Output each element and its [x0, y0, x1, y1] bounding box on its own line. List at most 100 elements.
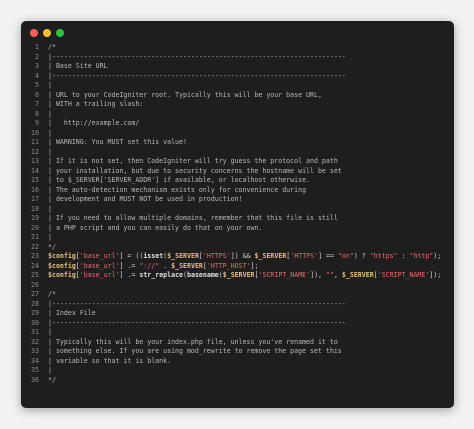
code-text: $config['base_url'] .= str_replace(basen… [48, 271, 441, 281]
line-number: 35 [31, 366, 39, 374]
code-line: 3 | Base Site URL [21, 62, 454, 72]
line-number: 9 [35, 119, 39, 127]
code-token: ]), [310, 271, 326, 279]
code-token: $_SERVER [254, 252, 287, 260]
code-line: 36 */ [21, 376, 454, 386]
code-line: 16 | The auto-detection mechanism exists … [21, 186, 454, 196]
line-number: 18 [31, 204, 39, 213]
code-token: | [48, 366, 52, 374]
line-number: 23 [31, 252, 39, 260]
window-titlebar [21, 21, 454, 45]
code-token: str_replace [139, 271, 184, 279]
code-token: |---------------------------------------… [48, 52, 346, 61]
code-line: 2 |--------------------------------------… [21, 53, 454, 63]
close-dot-icon[interactable] [30, 29, 38, 37]
code-token: $_SERVER [341, 271, 374, 279]
code-token: | to $_SERVER['SERVER_ADDR'] if availabl… [48, 176, 311, 184]
code-text: | something else. If you are using mod_r… [48, 347, 342, 357]
code-token: |---------------------------------------… [48, 71, 346, 80]
code-line: 26 [21, 281, 454, 291]
code-token: : [397, 252, 410, 260]
line-number: 17 [31, 195, 39, 203]
code-token: | URL to your CodeIgniter root. Typicall… [48, 90, 322, 99]
line-number: 31 [31, 328, 39, 336]
code-text: | a PHP script and you can easily do tha… [48, 224, 262, 234]
code-token: | [48, 128, 52, 137]
code-token: | Typically this will be your index.php … [48, 337, 338, 346]
code-token: ]; [250, 261, 259, 270]
line-number: 22 [31, 242, 39, 251]
code-token: | something else. If you are using mod_r… [48, 347, 342, 355]
code-token: | your installation, but due to security… [48, 166, 342, 175]
minimize-dot-icon[interactable] [43, 29, 51, 37]
code-token: ] .= [119, 261, 140, 270]
code-text: | If you need to allow multiple domains,… [48, 214, 338, 224]
code-text: | If it is not set, then CodeIgniter wil… [48, 157, 338, 167]
code-token: | a PHP script and you can easily do tha… [48, 223, 263, 232]
code-token: $_SERVER [167, 252, 199, 260]
code-token: | The auto-detection mechanism exists on… [48, 185, 307, 194]
code-token: | If you need to allow multiple domains,… [48, 214, 338, 222]
code-line: 6 | URL to your CodeIgniter root. Typical… [21, 91, 454, 101]
line-number: 2 [35, 52, 39, 61]
code-token: | http://example.com/ [48, 119, 140, 127]
code-text: | [48, 233, 52, 243]
code-line: 14 | your installation, but due to securi… [21, 167, 454, 177]
code-token: 'HTTPS' [202, 252, 231, 260]
line-number: 6 [35, 90, 39, 99]
code-line: 9 | http://example.com/ [21, 119, 454, 129]
code-token: 'base_url' [79, 261, 120, 270]
code-line: 4 |--------------------------------------… [21, 72, 454, 82]
code-text: /* [48, 290, 56, 300]
code-token: | [48, 109, 52, 118]
line-number: 10 [31, 128, 39, 137]
code-text: /* [48, 43, 56, 53]
code-text: | The auto-detection mechanism exists on… [48, 186, 306, 196]
line-number: 29 [31, 309, 39, 317]
code-line: 21 | [21, 233, 454, 243]
code-token: | [48, 328, 52, 336]
code-token: ] == [318, 252, 338, 260]
line-number: 4 [35, 71, 39, 80]
code-text: | http://example.com/ [48, 119, 139, 129]
code-token: isset [143, 252, 164, 260]
code-line: 30 |-------------------------------------… [21, 319, 454, 329]
line-number: 1 [35, 43, 39, 51]
line-number: 26 [31, 280, 39, 289]
line-number: 27 [31, 290, 39, 298]
code-token: ] .= [119, 271, 140, 279]
code-token: 'SCRIPT_NAME' [377, 271, 430, 279]
code-token: $config [48, 252, 76, 260]
code-line: 29 | Index File [21, 309, 454, 319]
code-text: | [48, 328, 52, 338]
code-token: ]) && [230, 252, 255, 260]
code-line: 5 | [21, 81, 454, 91]
code-text: |---------------------------------------… [48, 72, 346, 82]
code-token: $config [48, 261, 76, 270]
code-line: 7 | WITH a trailing slash: [21, 100, 454, 110]
line-number: 14 [31, 166, 39, 175]
code-token: $config [48, 271, 76, 279]
code-text: | [48, 366, 52, 376]
code-text: |---------------------------------------… [48, 319, 346, 329]
code-text: | development and MUST NOT be used in pr… [48, 195, 243, 205]
code-text: |---------------------------------------… [48, 300, 346, 310]
code-token: |---------------------------------------… [48, 299, 346, 308]
code-line: 35 | [21, 366, 454, 376]
line-number: 19 [31, 214, 39, 222]
code-line: 23 $config['base_url'] = ((isset($_SERVER… [21, 252, 454, 262]
code-token: ]); [429, 271, 442, 279]
code-line: 13 | If it is not set, then CodeIgniter w… [21, 157, 454, 167]
code-line: 32 | Typically this will be your index.ph… [21, 338, 454, 348]
line-number: 36 [31, 375, 39, 384]
line-number: 13 [31, 157, 39, 165]
code-line: 28 |-------------------------------------… [21, 300, 454, 310]
code-line: 19 | If you need to allow multiple domain… [21, 214, 454, 224]
zoom-dot-icon[interactable] [56, 29, 64, 37]
line-number: 20 [31, 223, 39, 232]
line-number: 28 [31, 299, 39, 308]
line-number: 34 [31, 356, 39, 365]
code-text: | WITH a trailing slash: [48, 100, 143, 110]
code-token: /* [48, 290, 56, 298]
code-token: 'base_url' [79, 252, 120, 260]
